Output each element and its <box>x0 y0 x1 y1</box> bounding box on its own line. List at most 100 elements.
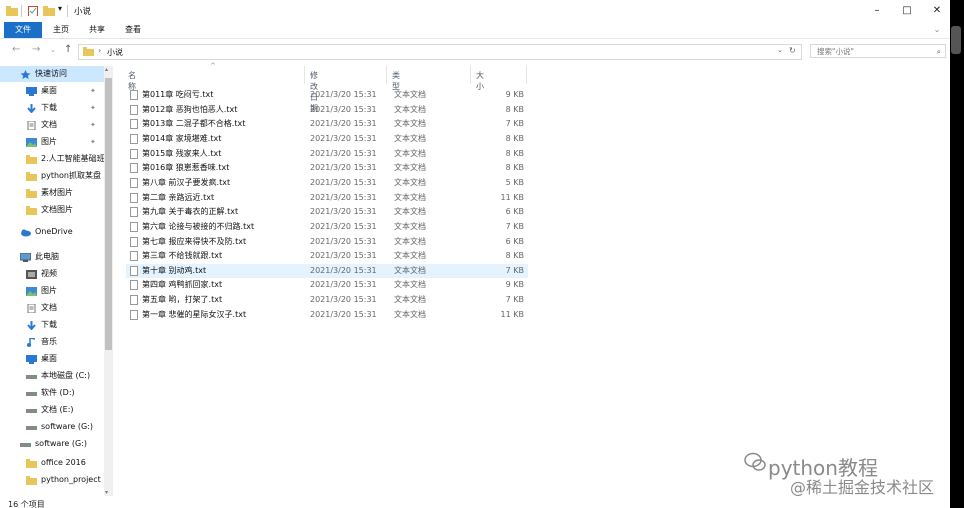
ribbon-tabs: 文件 主页 共享 查看 ⌄ <box>0 22 950 39</box>
status-item-count: 16 个项目 <box>8 500 45 508</box>
new-folder-icon[interactable] <box>43 6 55 16</box>
back-arrow-icon[interactable]: ← <box>12 44 20 55</box>
sidebar-item[interactable]: OneDrive <box>0 224 104 240</box>
sidebar-item[interactable]: 文档 (E:) <box>0 402 104 418</box>
customize-toolbar-icon[interactable]: ▾ <box>58 4 62 14</box>
search-placeholder: 搜索"小说" <box>817 47 854 56</box>
desktop-icon <box>26 86 37 96</box>
sidebar-item[interactable]: 本地磁盘 (C:) <box>0 368 104 384</box>
tab-share[interactable]: 共享 <box>84 22 110 38</box>
file-type: 文本文档 <box>394 133 426 143</box>
sidebar-scrollbar[interactable]: ▴ ▾ <box>104 66 113 496</box>
file-size: 8 KB <box>505 251 524 261</box>
sidebar-item[interactable]: software (G:) <box>0 436 104 452</box>
sidebar-item[interactable]: 素材图片 <box>0 185 104 201</box>
folder-icon <box>26 205 37 215</box>
sidebar-item[interactable]: software (G:) <box>0 419 104 435</box>
sidebar-item[interactable]: 图片 <box>0 283 104 299</box>
breadcrumb[interactable]: 小说 <box>107 47 123 58</box>
scroll-up-icon[interactable]: ▴ <box>105 66 108 73</box>
side-handle <box>951 26 961 54</box>
sidebar-item[interactable]: python_project <box>0 472 104 488</box>
column-divider[interactable] <box>304 66 305 84</box>
file-date: 2021/3/20 15:31 <box>310 119 377 129</box>
text-file-icon <box>130 148 138 159</box>
sidebar-item[interactable]: 音乐 <box>0 334 104 350</box>
text-file-icon <box>130 192 138 203</box>
file-row[interactable]: 第015章 残家来人.txt 2021/3/20 15:31 文本文档 8 KB <box>126 147 528 161</box>
expand-ribbon-icon[interactable]: ⌄ <box>930 22 944 38</box>
sidebar-item[interactable]: 此电脑 <box>0 249 104 265</box>
file-row[interactable]: 第一章 悲催的星际女汉子.txt 2021/3/20 15:31 文本文档 11 KB <box>126 308 528 322</box>
file-row[interactable]: 第013章 二混子都不合格.txt 2021/3/20 15:31 文本文档 7 KB <box>126 117 528 131</box>
sidebar-item[interactable]: 2.人工智能基础班 <box>0 151 104 167</box>
file-date: 2021/3/20 15:31 <box>310 104 377 114</box>
file-size: 5 KB <box>505 177 524 187</box>
file-row[interactable]: 第012章 恶狗也怕恶人.txt 2021/3/20 15:31 文本文档 8 KB <box>126 103 528 117</box>
drive-icon <box>26 371 37 380</box>
search-input[interactable]: 搜索"小说" ⌕ <box>810 44 946 58</box>
forward-arrow-icon[interactable]: → <box>32 44 40 55</box>
file-row[interactable]: 第九章 关于毒衣的正解.txt 2021/3/20 15:31 文本文档 6 KB <box>126 205 528 219</box>
file-date: 2021/3/20 15:31 <box>310 207 377 217</box>
sidebar-item[interactable]: 软件 (D:) <box>0 385 104 401</box>
divider <box>21 5 22 17</box>
address-dropdown-icon[interactable]: ⌄ <box>777 46 783 54</box>
file-row[interactable]: 第十章 别动鸡.txt 2021/3/20 15:31 文本文档 7 KB <box>126 263 528 278</box>
sidebar-item[interactable]: 快速访问 <box>0 66 104 82</box>
sidebar-item[interactable]: 图片 ✦ <box>0 134 104 150</box>
sidebar-item[interactable]: 桌面 ✦ <box>0 83 104 99</box>
file-row[interactable]: 第016章 狼崽惹香味.txt 2021/3/20 15:31 文本文档 8 KB <box>126 161 528 175</box>
file-row[interactable]: 第三章 不给钱就跟.txt 2021/3/20 15:31 文本文档 8 KB <box>126 249 528 263</box>
music-icon <box>26 337 37 347</box>
sidebar-item[interactable]: 文档 ✦ <box>0 117 104 133</box>
file-row[interactable]: 第六章 论接与被接的不归路.txt 2021/3/20 15:31 文本文档 7 KB <box>126 220 528 234</box>
sidebar-item[interactable]: office 2016 <box>0 455 104 471</box>
navigation-pane: 快速访问 桌面 ✦ 下载 ✦ 文档 ✦ 图片 ✦ 2.人工智能基础班 python抓取某盘 素材图片文… <box>0 66 114 496</box>
file-row[interactable]: 第七章 报应来得快不及防.txt 2021/3/20 15:31 文本文档 6 KB <box>126 235 528 249</box>
file-row[interactable]: 第011章 吃闷亏.txt 2021/3/20 15:31 文本文档 9 KB <box>126 88 528 102</box>
sidebar-item[interactable]: 下载 ✦ <box>0 100 104 116</box>
minimize-button[interactable]: – <box>862 3 892 19</box>
sidebar-item[interactable]: 桌面 <box>0 351 104 367</box>
sidebar-item-label: OneDrive <box>35 227 73 236</box>
sidebar-item-label: python抓取某盘 <box>41 171 101 180</box>
file-row[interactable]: 第四章 鸡鸭抓回家.txt 2021/3/20 15:31 文本文档 9 KB <box>126 278 528 292</box>
sidebar-item[interactable]: 下载 <box>0 317 104 333</box>
tab-view[interactable]: 查看 <box>120 22 146 38</box>
folder-icon <box>26 458 37 468</box>
file-row[interactable]: 第五章 哟，打架了.txt 2021/3/20 15:31 文本文档 7 KB <box>126 293 528 307</box>
sidebar-item-label: software (G:) <box>35 439 88 448</box>
tab-file[interactable]: 文件 <box>4 22 42 38</box>
scrollbar-thumb[interactable] <box>105 78 112 350</box>
up-arrow-icon[interactable]: ↑ <box>64 44 72 55</box>
sidebar-item[interactable]: 文档图片 <box>0 202 104 218</box>
file-row[interactable]: 第014章 家境堪难.txt 2021/3/20 15:31 文本文档 8 KB <box>126 132 528 146</box>
column-divider[interactable] <box>386 66 387 84</box>
file-date: 2021/3/20 15:31 <box>310 148 377 158</box>
address-bar[interactable]: › 小说 ⌄ ↻ <box>78 44 802 60</box>
pin-icon: ✦ <box>90 121 96 129</box>
file-name: 第011章 吃闷亏.txt <box>142 90 214 99</box>
scroll-down-icon[interactable]: ▾ <box>105 489 108 496</box>
maximize-button[interactable]: □ <box>892 3 922 19</box>
file-name: 第二章 亲路远近.txt <box>142 192 215 202</box>
file-row[interactable]: 第二章 亲路远近.txt 2021/3/20 15:31 文本文档 11 KB <box>126 191 528 205</box>
file-date: 2021/3/20 15:31 <box>310 236 377 246</box>
tab-home[interactable]: 主页 <box>48 22 74 38</box>
sidebar-item[interactable]: python抓取某盘 <box>0 168 104 184</box>
sidebar-item[interactable]: 文档 <box>0 300 104 316</box>
file-row[interactable]: 第八章 前汉子要发疯.txt 2021/3/20 15:31 文本文档 5 KB <box>126 176 528 190</box>
column-divider[interactable] <box>470 66 471 84</box>
refresh-icon[interactable]: ↻ <box>789 46 796 55</box>
file-type: 文本文档 <box>394 265 426 275</box>
column-divider[interactable] <box>526 66 527 84</box>
pin-icon: ✦ <box>90 138 96 146</box>
sidebar-item[interactable]: 视频 <box>0 266 104 282</box>
properties-icon[interactable] <box>28 6 38 16</box>
recent-locations-icon[interactable]: ⌄ <box>50 46 56 54</box>
close-button[interactable]: ✕ <box>922 3 950 19</box>
divider <box>67 5 68 17</box>
file-name: 第六章 论接与被接的不归路.txt <box>142 221 255 231</box>
breadcrumb-chevron-icon[interactable]: › <box>98 46 101 55</box>
